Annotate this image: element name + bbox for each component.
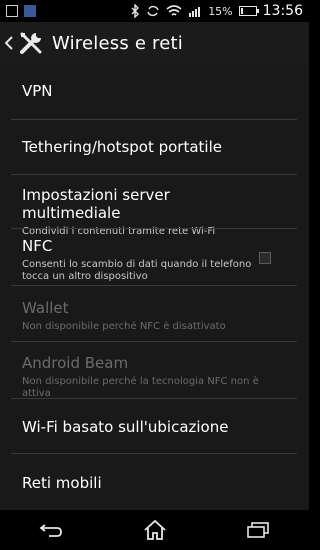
- setting-title: NFC: [22, 237, 53, 255]
- setting-title: VPN: [22, 82, 53, 100]
- setting-subtitle: Non disponibile perché la tecnologia NFC…: [22, 376, 259, 399]
- setting-mobile-networks[interactable]: Reti mobili: [0, 474, 309, 492]
- setting-tethering[interactable]: Tethering/hotspot portatile: [0, 138, 309, 156]
- divider: [11, 174, 297, 175]
- setting-title: Tethering/hotspot portatile: [22, 138, 222, 156]
- setting-title: Impostazioni server multimediale: [22, 186, 170, 222]
- setting-media-server[interactable]: Impostazioni server multimediale Condivi…: [0, 186, 309, 238]
- status-bar: 15% 13:56: [0, 0, 309, 22]
- battery-icon: [238, 6, 259, 16]
- setting-subtitle: Consenti lo scambio di dati quando il te…: [22, 259, 252, 282]
- divider: [11, 453, 297, 454]
- divider: [11, 398, 297, 399]
- setting-android-beam: Android Beam Non disponibile perché la t…: [0, 354, 309, 400]
- signal-icon: [189, 7, 201, 17]
- setting-title: Android Beam: [22, 354, 129, 372]
- divider: [11, 285, 297, 286]
- setting-title: Wi-Fi basato sull'ubicazione: [22, 418, 229, 436]
- nfc-checkbox[interactable]: [259, 252, 271, 264]
- status-left-icons: [6, 5, 36, 17]
- setting-title: Wallet: [22, 299, 69, 317]
- action-bar: Wireless e reti: [0, 22, 309, 65]
- setting-wifi-location[interactable]: Wi-Fi basato sull'ubicazione: [0, 418, 309, 436]
- status-right-icons: 15% 13:56: [130, 3, 303, 19]
- divider: [11, 119, 297, 120]
- recent-apps-icon[interactable]: [228, 510, 288, 550]
- tools-icon[interactable]: [18, 30, 44, 56]
- setting-title: Reti mobili: [22, 474, 102, 492]
- bluetooth-icon: [131, 4, 140, 18]
- screen-title: Wireless e reti: [52, 32, 183, 54]
- home-icon[interactable]: [125, 510, 185, 550]
- setting-vpn[interactable]: VPN: [0, 82, 309, 100]
- divider: [11, 341, 297, 342]
- facebook-icon: [24, 5, 36, 17]
- setting-wallet: Wallet Non disponibile perché NFC è disa…: [0, 299, 309, 333]
- battery-fill: [240, 8, 243, 14]
- navigation-bar: [0, 510, 309, 550]
- wifi-icon: [166, 5, 182, 16]
- image-icon: [6, 5, 18, 17]
- back-icon[interactable]: [22, 510, 82, 550]
- divider: [11, 228, 297, 229]
- settings-list: VPN Tethering/hotspot portatile Impostaz…: [0, 64, 309, 510]
- battery-percent: 15%: [208, 4, 233, 18]
- sync-icon: [147, 5, 159, 17]
- setting-subtitle: Non disponibile perché NFC è disattivato: [22, 321, 226, 332]
- chevron-left-icon[interactable]: [2, 36, 16, 50]
- clock: 13:56: [262, 3, 303, 19]
